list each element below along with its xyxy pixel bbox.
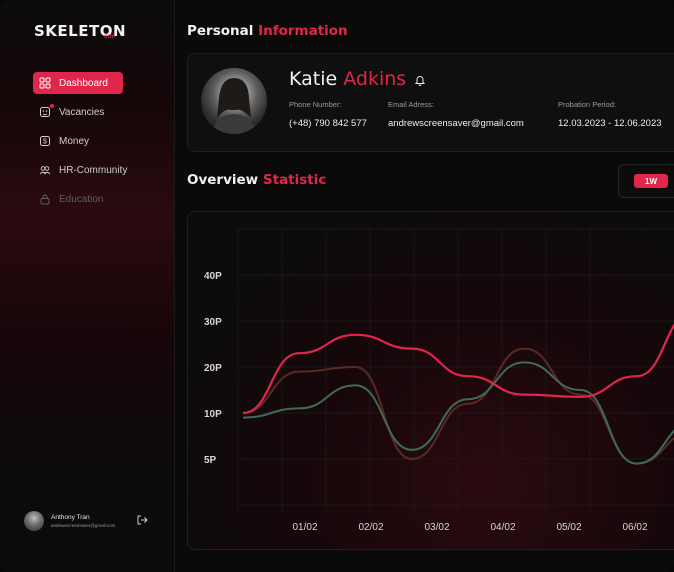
bell-icon[interactable] [414, 74, 426, 86]
line-chart: 5P 10P 20P 30P 40P 01/02 02/02 03/02 04/02 05/02 0… [204, 227, 674, 533]
sidebar-item-label: Vacancies [59, 106, 105, 118]
sidebar-divider [174, 0, 175, 572]
app-window: SKELETON crm Dashboard Vacancies $ Money… [0, 0, 674, 572]
x-tick-label: 02/02 [358, 522, 383, 533]
sidebar-item-label: Education [59, 193, 104, 205]
employee-first-name: Katie [289, 68, 338, 90]
x-tick-label: 05/02 [556, 522, 581, 533]
sidebar: SKELETON crm Dashboard Vacancies $ Money… [0, 0, 174, 572]
phone-label: Phone Number: [289, 100, 342, 109]
employee-name: Katie Adkins [289, 68, 406, 90]
svg-text:$: $ [43, 139, 47, 146]
avatar [24, 511, 44, 531]
series-line-2 [242, 347, 674, 465]
sidebar-item-label: HR-Community [59, 164, 128, 176]
x-tick-label: 01/02 [292, 522, 317, 533]
profile-photo [201, 68, 267, 134]
x-tick-label: 04/02 [490, 522, 515, 533]
y-tick-label: 30P [204, 317, 222, 328]
user-profile[interactable]: Anthony Tran andrewscreensaver@gmail.com [24, 511, 115, 531]
email-label: Email Adress: [388, 100, 434, 109]
sidebar-item-hr-community[interactable]: HR-Community [33, 159, 168, 181]
section-title-main: Overview [187, 172, 259, 188]
sidebar-item-money[interactable]: $ Money [33, 130, 168, 152]
user-name: Anthony Tran [51, 514, 90, 521]
dollar-icon: $ [39, 135, 51, 147]
x-tick-label: 03/02 [424, 522, 449, 533]
period-selector[interactable]: 1W [618, 164, 674, 198]
series-line-0 [242, 323, 674, 415]
probation-value: 12.03.2023 - 12.06.2023 [558, 118, 662, 129]
probation-label: Probation Period: [558, 100, 616, 109]
profile-card: Katie Adkins Phone Number: (+48) 790 842… [187, 53, 674, 152]
vacancies-icon [39, 106, 51, 118]
y-tick-label: 5P [204, 455, 217, 466]
y-tick-label: 20P [204, 363, 222, 374]
community-icon [39, 164, 51, 176]
section-title-personal: Personal Information [187, 23, 348, 39]
lock-icon [39, 193, 51, 205]
sidebar-item-label: Money [59, 135, 90, 147]
email-value: andrewscreensaver@gmail.com [388, 118, 524, 129]
logout-icon[interactable] [136, 514, 148, 526]
period-1w-button[interactable]: 1W [634, 174, 668, 188]
sidebar-item-label: Dashboard [59, 77, 108, 89]
x-tick-label: 06/02 [622, 522, 647, 533]
section-title-accent: Information [258, 23, 348, 39]
sidebar-item-vacancies[interactable]: Vacancies [33, 101, 168, 123]
section-title-main: Personal [187, 23, 254, 39]
sidebar-nav: Dashboard Vacancies $ Money HR-Community… [33, 72, 168, 217]
employee-last-name: Adkins [343, 68, 407, 90]
sidebar-item-dashboard[interactable]: Dashboard [33, 72, 123, 94]
notification-badge [50, 104, 54, 108]
section-title-accent: Statistic [262, 172, 327, 188]
user-email: andrewscreensaver@gmail.com [51, 523, 116, 528]
grid-icon [39, 77, 51, 89]
y-tick-label: 10P [204, 409, 222, 420]
overview-chart: 5P 10P 20P 30P 40P 01/02 02/02 03/02 04/02 05/02 0… [187, 211, 674, 550]
phone-value: (+48) 790 842 577 [289, 118, 367, 129]
y-tick-label: 40P [204, 271, 222, 282]
logo-sub: crm [104, 34, 116, 40]
sidebar-item-education[interactable]: Education [33, 188, 168, 210]
section-title-overview: Overview Statistic [187, 172, 326, 188]
